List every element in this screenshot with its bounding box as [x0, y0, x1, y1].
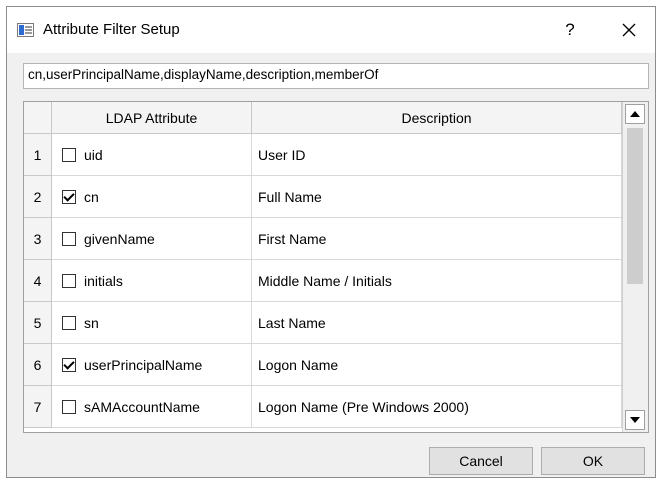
attribute-checkbox[interactable]	[62, 399, 76, 414]
description-cell[interactable]: User ID	[252, 134, 622, 176]
column-header-description[interactable]: Description	[252, 102, 622, 134]
description-cell[interactable]: First Name	[252, 218, 622, 260]
ldap-attribute-cell[interactable]: uid	[52, 134, 252, 176]
description-cell[interactable]: Logon Name (Pre Windows 2000)	[252, 386, 622, 428]
title-bar: Attribute Filter Setup ?	[7, 7, 655, 53]
attribute-name: initials	[84, 272, 123, 289]
attribute-name: sAMAccountName	[84, 398, 200, 415]
attribute-checkbox[interactable]	[62, 315, 76, 330]
vertical-scrollbar[interactable]	[622, 102, 648, 432]
ldap-attribute-cell[interactable]: cn	[52, 176, 252, 218]
row-number[interactable]: 3	[24, 218, 52, 260]
cancel-button[interactable]: Cancel	[429, 447, 533, 475]
row-number[interactable]: 6	[24, 344, 52, 386]
attribute-checkbox[interactable]	[62, 273, 76, 288]
attribute-name: cn	[84, 188, 99, 205]
description-cell[interactable]: Last Name	[252, 302, 622, 344]
scrollbar-thumb[interactable]	[627, 128, 643, 284]
attribute-table: LDAP Attribute Description 1 uid User ID 2 c…	[23, 101, 649, 433]
scroll-up-button[interactable]	[625, 104, 645, 124]
attribute-name: userPrincipalName	[84, 356, 203, 373]
row-number[interactable]: 1	[24, 134, 52, 176]
column-header-ldap-attribute[interactable]: LDAP Attribute	[52, 102, 252, 134]
table-corner-header[interactable]	[24, 102, 52, 134]
attribute-checkbox[interactable]	[62, 147, 76, 162]
attribute-filter-input[interactable]: cn,userPrincipalName,displayName,descrip…	[23, 63, 649, 89]
attribute-name: givenName	[84, 230, 155, 247]
attribute-checkbox[interactable]	[62, 231, 76, 246]
help-button[interactable]: ?	[547, 7, 593, 53]
attribute-name: uid	[84, 146, 103, 163]
ldap-attribute-cell[interactable]: sAMAccountName	[52, 386, 252, 428]
window-title: Attribute Filter Setup	[43, 21, 180, 38]
close-icon	[622, 23, 636, 37]
scroll-down-button[interactable]	[625, 410, 645, 430]
ldap-attribute-cell[interactable]: givenName	[52, 218, 252, 260]
attribute-checkbox[interactable]	[62, 357, 76, 372]
ldap-attribute-cell[interactable]: sn	[52, 302, 252, 344]
row-number[interactable]: 5	[24, 302, 52, 344]
arrow-down-icon	[630, 417, 640, 423]
attribute-checkbox[interactable]	[62, 189, 76, 204]
description-cell[interactable]: Middle Name / Initials	[252, 260, 622, 302]
arrow-up-icon	[630, 111, 640, 117]
attribute-name: sn	[84, 314, 99, 331]
app-icon	[17, 23, 34, 37]
row-number[interactable]: 7	[24, 386, 52, 428]
ok-button[interactable]: OK	[541, 447, 645, 475]
attribute-filter-dialog: Attribute Filter Setup ? cn,userPrincipa…	[6, 6, 656, 478]
ldap-attribute-cell[interactable]: userPrincipalName	[52, 344, 252, 386]
ldap-attribute-cell[interactable]: initials	[52, 260, 252, 302]
row-number[interactable]: 2	[24, 176, 52, 218]
description-cell[interactable]: Full Name	[252, 176, 622, 218]
description-cell[interactable]: Logon Name	[252, 344, 622, 386]
close-button[interactable]	[603, 7, 655, 53]
row-number[interactable]: 4	[24, 260, 52, 302]
